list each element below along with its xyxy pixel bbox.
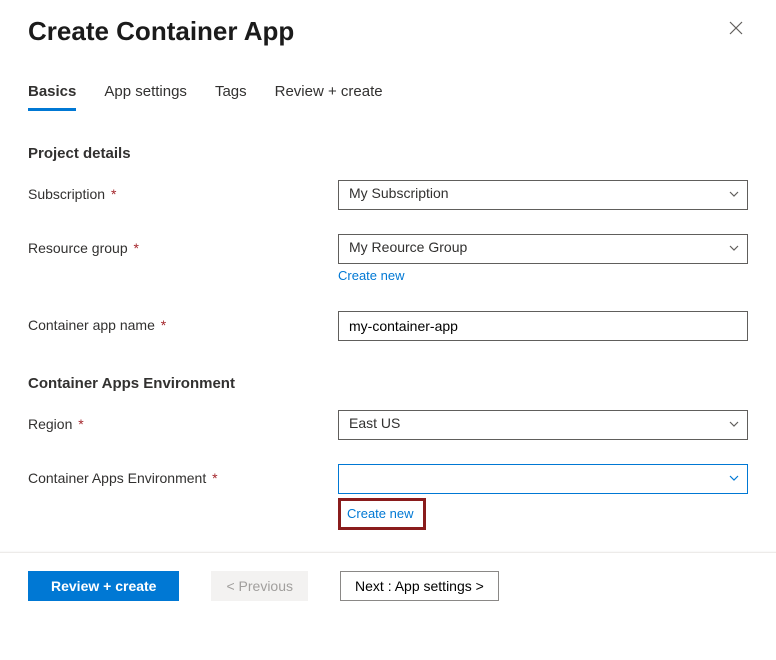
close-button[interactable] xyxy=(724,16,748,40)
required-marker: * xyxy=(134,240,139,256)
container-apps-env-create-new-link[interactable]: Create new xyxy=(347,506,413,521)
tab-bar: Basics App settings Tags Review + create xyxy=(28,83,748,111)
wizard-footer: Review + create < Previous Next : App se… xyxy=(0,553,776,625)
review-create-button[interactable]: Review + create xyxy=(28,571,179,601)
tab-app-settings[interactable]: App settings xyxy=(104,83,187,111)
next-button[interactable]: Next : App settings > xyxy=(340,571,499,601)
tab-basics[interactable]: Basics xyxy=(28,83,76,111)
resource-group-create-new-link[interactable]: Create new xyxy=(338,268,404,283)
required-marker: * xyxy=(111,186,116,202)
subscription-select[interactable]: My Subscription xyxy=(338,180,748,210)
subscription-label: Subscription * xyxy=(28,180,338,202)
region-select[interactable]: East US xyxy=(338,410,748,440)
container-apps-env-select[interactable] xyxy=(338,464,748,494)
previous-button: < Previous xyxy=(211,571,308,601)
required-marker: * xyxy=(161,317,166,333)
resource-group-label: Resource group * xyxy=(28,234,338,256)
section-container-apps-environment: Container Apps Environment xyxy=(28,375,748,392)
create-new-highlight: Create new xyxy=(338,498,426,530)
tab-tags[interactable]: Tags xyxy=(215,83,247,111)
resource-group-select[interactable]: My Reource Group xyxy=(338,234,748,264)
container-app-name-label: Container app name * xyxy=(28,311,338,333)
container-apps-env-label: Container Apps Environment * xyxy=(28,464,338,486)
required-marker: * xyxy=(78,416,83,432)
tab-review-create[interactable]: Review + create xyxy=(275,83,383,111)
region-label: Region * xyxy=(28,410,338,432)
close-icon xyxy=(728,20,744,36)
container-app-name-input[interactable] xyxy=(338,311,748,341)
page-title: Create Container App xyxy=(28,16,294,47)
section-project-details: Project details xyxy=(28,145,748,162)
required-marker: * xyxy=(212,470,217,486)
